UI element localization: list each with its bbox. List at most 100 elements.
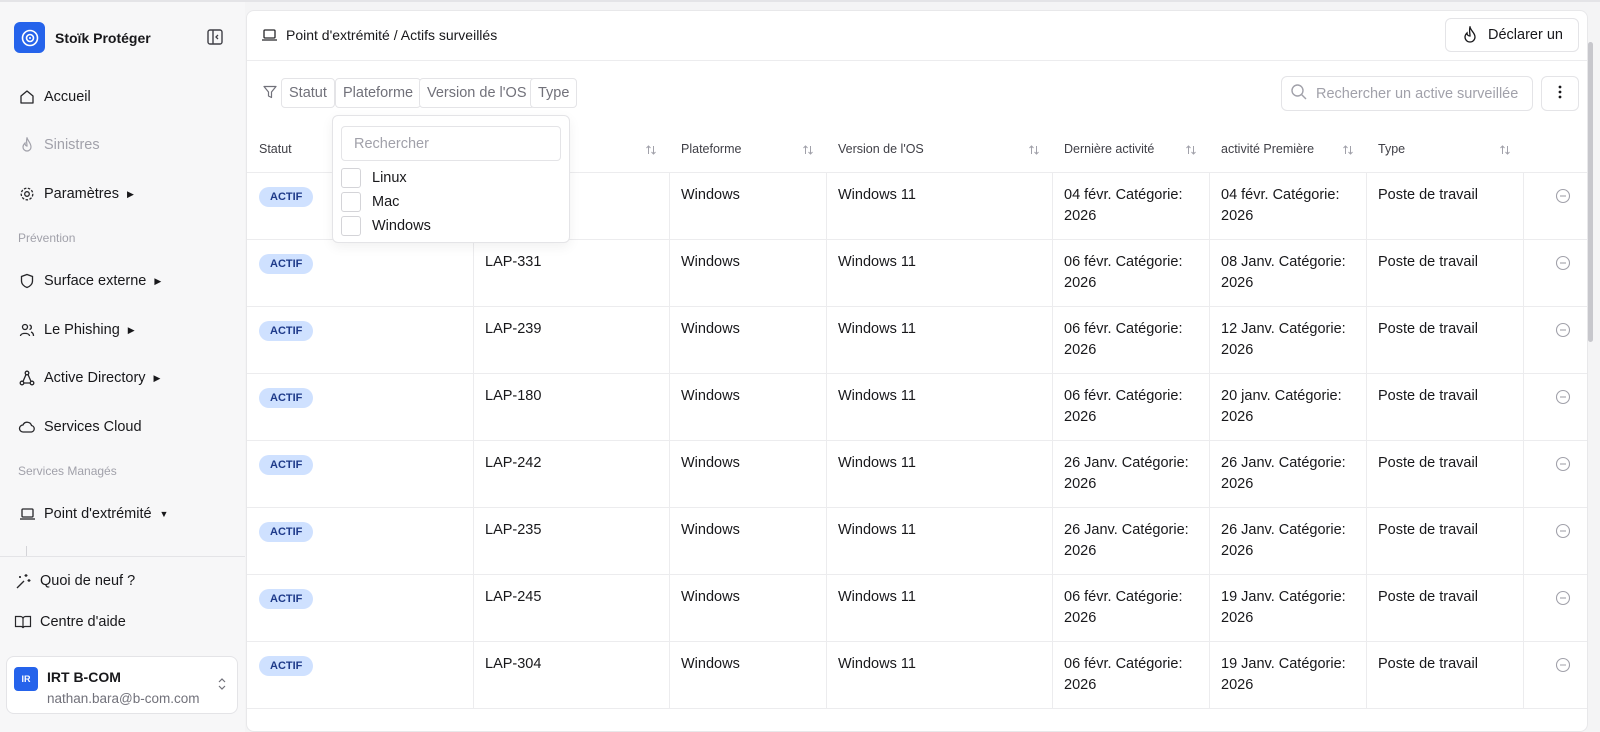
table-row[interactable]: ACTIF LAP-239 Windows Windows 11 06 févr. Ca…	[247, 307, 1587, 374]
sidebar-item-point-extremite[interactable]: Point d'extrémité ▼	[18, 503, 168, 525]
breadcrumb: Point d'extrémité / Actifs surveillés	[261, 27, 497, 43]
section-label-managed: Services Managés	[18, 464, 117, 478]
caret-right-icon: ▶	[127, 324, 135, 335]
date-line: 26 Janv. Catégorie:	[1221, 522, 1346, 538]
date-line: 06 févr. Catégorie:	[1064, 254, 1183, 270]
brand[interactable]: Stoïk Protéger	[14, 22, 151, 53]
table-row[interactable]: ACTIF LAP-242 Windows Windows 11 26 Janv. Ca…	[247, 441, 1587, 508]
caret-right-icon: ▶	[153, 372, 161, 383]
remove-circle-icon[interactable]	[1555, 456, 1571, 475]
date-line: 06 févr. Catégorie:	[1064, 388, 1183, 404]
date-year: 2026	[1221, 476, 1254, 492]
date-year: 2026	[1221, 342, 1254, 358]
filter-chip-type[interactable]: Type	[530, 78, 578, 108]
cell-type: Poste de travail	[1378, 455, 1478, 471]
sort-icon[interactable]	[645, 143, 657, 159]
asset-search[interactable]	[1281, 76, 1533, 111]
cell-first-activity: 12 Janv. Catégorie: 2026	[1221, 307, 1378, 374]
cell-last-activity: 06 févr. Catégorie: 2026	[1064, 374, 1221, 441]
column-header-last-activity[interactable]: Dernière activité	[1064, 125, 1154, 173]
remove-circle-icon[interactable]	[1555, 255, 1571, 274]
sort-icon[interactable]	[1499, 143, 1511, 159]
option-label: Mac	[372, 194, 400, 210]
sort-icon[interactable]	[802, 143, 814, 159]
sidebar-item-parametres[interactable]: Paramètres ▶	[18, 183, 134, 205]
collapse-sidebar-icon[interactable]	[206, 28, 226, 48]
sort-icon[interactable]	[1342, 143, 1354, 159]
table-row[interactable]: ACTIF LAP-331 Windows Windows 11 06 févr. Ca…	[247, 240, 1587, 307]
checkbox[interactable]	[341, 168, 361, 188]
filter-chip-statut[interactable]: Statut	[281, 78, 335, 108]
column-header-first-activity[interactable]: activité Première	[1221, 125, 1314, 173]
brand-name: Stoïk Protéger	[55, 29, 151, 46]
cell-os: Windows 11	[838, 388, 916, 404]
cell-os: Windows 11	[838, 455, 916, 471]
column-header-os-version[interactable]: Version de l'OS	[838, 125, 924, 173]
filter-option-linux[interactable]: Linux	[341, 168, 407, 188]
sidebar-item-services-cloud[interactable]: Services Cloud	[18, 416, 142, 438]
scrollbar[interactable]	[1588, 42, 1593, 342]
table-row[interactable]: ACTIF LAP-180 Windows Windows 11 06 févr. Ca…	[247, 374, 1587, 441]
date-line: 12 Janv. Catégorie:	[1221, 321, 1346, 337]
users-icon	[18, 321, 36, 339]
sidebar-item-help-center[interactable]: Centre d'aide	[14, 611, 126, 633]
cell-type: Poste de travail	[1378, 656, 1478, 672]
filter-chip-plateforme[interactable]: Plateforme	[335, 78, 422, 108]
shield-icon	[18, 272, 36, 290]
remove-circle-icon[interactable]	[1555, 657, 1571, 676]
sort-icon[interactable]	[1185, 143, 1197, 159]
date-line: 04 févr. Catégorie:	[1221, 187, 1340, 203]
date-line: 26 Janv. Catégorie:	[1221, 455, 1346, 471]
sparkle-icon	[14, 572, 32, 590]
date-year: 2026	[1064, 409, 1097, 425]
filter-option-mac[interactable]: Mac	[341, 192, 399, 212]
remove-circle-icon[interactable]	[1555, 389, 1571, 408]
cell-platform: Windows	[681, 388, 740, 404]
cell-last-activity: 26 Janv. Catégorie: 2026	[1064, 441, 1221, 508]
column-header-type[interactable]: Type	[1378, 125, 1405, 173]
sidebar-item-surface-externe[interactable]: Surface externe ▶	[18, 270, 161, 292]
cell-name: LAP-304	[485, 656, 542, 672]
user-menu[interactable]: IR IRT B-COM nathan.bara@b-com.com	[6, 656, 238, 714]
declare-incident-button[interactable]: Déclarer un	[1445, 18, 1579, 52]
remove-circle-icon[interactable]	[1555, 188, 1571, 207]
remove-circle-icon[interactable]	[1555, 523, 1571, 542]
filter-chip-os-version[interactable]: Version de l'OS	[419, 78, 535, 108]
filter-option-windows[interactable]: Windows	[341, 216, 431, 236]
column-divider	[473, 441, 474, 508]
table-row[interactable]: ACTIF LAP-245 Windows Windows 11 06 févr. Ca…	[247, 575, 1587, 642]
checkbox[interactable]	[341, 216, 361, 236]
more-options-button[interactable]	[1541, 76, 1579, 111]
column-divider	[473, 240, 474, 307]
sidebar-item-phishing[interactable]: Le Phishing ▶	[18, 319, 135, 341]
date-line: 26 Janv. Catégorie:	[1064, 522, 1189, 538]
cell-platform: Windows	[681, 455, 740, 471]
remove-circle-icon[interactable]	[1555, 322, 1571, 341]
caret-down-icon: ▼	[159, 509, 169, 519]
home-icon	[18, 88, 36, 106]
sort-icon[interactable]	[1028, 143, 1040, 159]
cell-name: LAP-242	[485, 455, 542, 471]
checkbox[interactable]	[341, 192, 361, 212]
sidebar-item-accueil[interactable]: Accueil	[18, 86, 91, 108]
cell-name: LAP-235	[485, 522, 542, 538]
column-header-plateforme[interactable]: Plateforme	[681, 125, 741, 173]
date-line: 04 févr. Catégorie:	[1064, 187, 1183, 203]
cell-platform: Windows	[681, 187, 740, 203]
cell-platform: Windows	[681, 522, 740, 538]
search-input[interactable]	[1316, 85, 1526, 102]
cell-name: LAP-180	[485, 388, 542, 404]
dropdown-search-input[interactable]	[341, 126, 561, 161]
column-header-statut[interactable]: Statut	[259, 125, 292, 173]
table-row[interactable]: ACTIF LAP-304 Windows Windows 11 06 févr. Ca…	[247, 642, 1587, 709]
remove-circle-icon[interactable]	[1555, 590, 1571, 609]
sidebar-item-active-directory[interactable]: Active Directory ▶	[18, 367, 160, 389]
table-row[interactable]: ACTIF LAP-235 Windows Windows 11 26 Janv. Ca…	[247, 508, 1587, 575]
status-badge: ACTIF	[259, 522, 314, 542]
cell-first-activity: 04 févr. Catégorie: 2026	[1221, 173, 1378, 240]
vertical-dots-icon	[1558, 85, 1562, 102]
sidebar-item-sinistres[interactable]: Sinistres	[18, 134, 100, 156]
sidebar-item-whats-new[interactable]: Quoi de neuf ?	[14, 570, 135, 592]
breadcrumb-text: Point d'extrémité / Actifs surveillés	[286, 27, 498, 43]
book-icon	[14, 613, 32, 631]
